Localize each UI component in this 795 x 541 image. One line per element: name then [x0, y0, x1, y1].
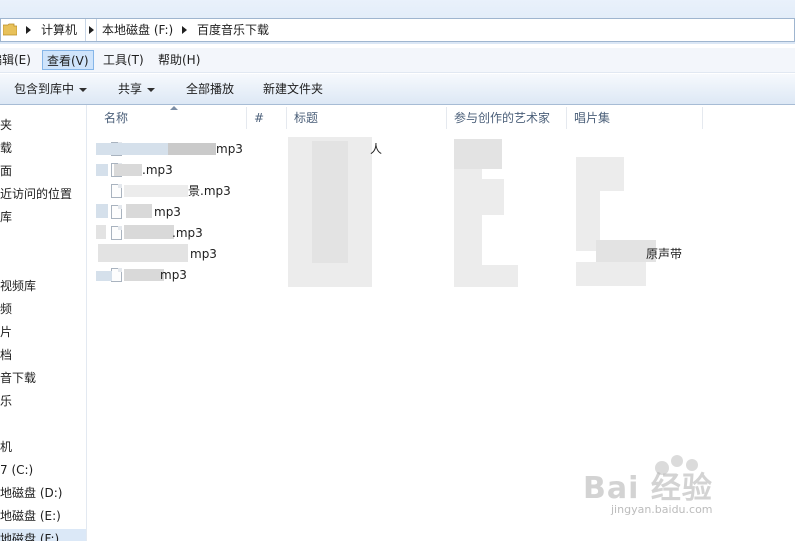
include-in-library-button[interactable]: 包含到库中 — [14, 80, 88, 98]
nav-item-drive-f[interactable]: 地磁盘 (F:) — [0, 529, 86, 541]
blurred-filename — [124, 269, 164, 281]
column-divider[interactable] — [566, 107, 567, 129]
address-bar-area: 计算机 本地磁盘 (F:) 百度音乐下载 — [0, 0, 795, 44]
menu-edit[interactable]: 编辑(E) — [0, 50, 35, 70]
chevron-down-icon — [147, 87, 156, 92]
mp3-file-icon — [111, 268, 122, 282]
file-row[interactable]: mp3 — [96, 139, 456, 159]
address-bar[interactable]: 计算机 本地磁盘 (F:) 百度音乐下载 — [0, 18, 795, 42]
nav-item-drive-e[interactable]: 地磁盘 (E:) — [0, 506, 61, 526]
file-row[interactable]: mp3 — [96, 265, 456, 285]
blurred-filename — [168, 143, 216, 155]
title-cell: 人 — [370, 142, 383, 156]
nav-item-drive-c[interactable]: 7 (C:) — [0, 460, 33, 480]
column-divider[interactable] — [286, 107, 287, 129]
nav-item-downloads[interactable]: 载 — [0, 138, 12, 158]
blurred-filename — [96, 271, 112, 281]
navigation-pane[interactable]: 夹 载 面 近访问的位置 库 视频库 频 片 档 音下载 乐 机 7 (C:) … — [0, 105, 87, 541]
blurred-filename — [96, 204, 108, 218]
command-toolbar: 包含到库中 共享 全部播放 新建文件夹 — [0, 74, 795, 105]
nav-item-documents[interactable]: 档 — [0, 345, 12, 365]
nav-item-desktop[interactable]: 面 — [0, 161, 12, 181]
sort-ascending-icon — [170, 106, 178, 110]
column-divider[interactable] — [446, 107, 447, 129]
nav-item-recent-places[interactable]: 近访问的位置 — [0, 184, 72, 204]
column-header-number[interactable]: # — [254, 105, 264, 131]
breadcrumb-separator[interactable] — [23, 19, 33, 41]
mp3-file-icon — [111, 184, 122, 198]
blurred-album-column — [576, 157, 624, 191]
share-label: 共享 — [118, 82, 143, 96]
mp3-file-icon — [111, 226, 122, 240]
breadcrumb-computer[interactable]: 计算机 — [41, 19, 77, 41]
mp3-file-icon — [111, 205, 122, 219]
file-row[interactable]: 景.mp3 — [96, 181, 456, 201]
breadcrumb-current-folder[interactable]: 百度音乐下载 — [197, 19, 269, 41]
play-all-button[interactable]: 全部播放 — [186, 80, 234, 98]
file-row[interactable]: .mp3 — [96, 160, 456, 180]
file-name: .mp3 — [142, 163, 173, 177]
blurred-title-column — [312, 141, 348, 263]
blurred-artist-column — [454, 169, 482, 287]
nav-item-computer[interactable]: 机 — [0, 437, 12, 457]
blurred-artist-column — [482, 179, 504, 215]
menu-bar: 编辑(E) 查看(V) 工具(T) 帮助(H) — [0, 48, 795, 73]
nav-item-pictures[interactable]: 片 — [0, 322, 12, 342]
nav-item-drive-d[interactable]: 地磁盘 (D:) — [0, 483, 62, 503]
blurred-filename — [96, 143, 168, 155]
nav-item-videos[interactable]: 频 — [0, 299, 12, 319]
file-name: mp3 — [216, 142, 243, 156]
column-divider[interactable] — [246, 107, 247, 129]
baidu-jingyan-watermark: Bai 经验 jingyan.baidu.com — [583, 455, 793, 525]
file-row[interactable]: .mp3 — [96, 223, 456, 243]
include-in-library-label: 包含到库中 — [14, 82, 75, 96]
column-divider[interactable] — [702, 107, 703, 129]
nav-item-video-library[interactable]: 视频库 — [0, 276, 36, 296]
breadcrumb-drive-f[interactable]: 本地磁盘 (F:) — [102, 19, 173, 41]
nav-item-music[interactable]: 乐 — [0, 391, 12, 411]
file-row[interactable]: mp3 — [96, 202, 456, 222]
watermark-url: jingyan.baidu.com — [611, 503, 713, 516]
breadcrumb-separator[interactable] — [85, 19, 97, 41]
menu-tools[interactable]: 工具(T) — [99, 50, 148, 70]
file-name: mp3 — [154, 205, 181, 219]
share-button[interactable]: 共享 — [118, 80, 156, 98]
file-name: .mp3 — [172, 226, 203, 240]
file-row[interactable]: mp3 — [96, 244, 456, 264]
column-header-title[interactable]: 标题 — [294, 105, 318, 131]
folder-icon — [3, 23, 17, 36]
file-name: mp3 — [160, 268, 187, 282]
file-name: mp3 — [190, 247, 217, 261]
file-name: 景.mp3 — [188, 184, 231, 198]
menu-help[interactable]: 帮助(H) — [154, 50, 204, 70]
nav-item-music-downloads[interactable]: 音下载 — [0, 368, 36, 388]
blurred-filename — [124, 185, 188, 197]
blurred-artist-column — [454, 139, 502, 169]
nav-item-libraries[interactable]: 库 — [0, 207, 12, 227]
blurred-artist-column — [482, 265, 518, 287]
column-header-name[interactable]: 名称 — [104, 105, 128, 131]
blurred-filename — [96, 225, 106, 239]
menu-view[interactable]: 查看(V) — [42, 50, 94, 70]
nav-item-favorites[interactable]: 夹 — [0, 115, 12, 135]
blurred-filename — [126, 204, 152, 218]
watermark-logo: Bai 经验 — [583, 471, 713, 506]
album-cell: 原声带 — [646, 247, 683, 261]
blurred-filename — [96, 164, 108, 176]
chevron-down-icon — [79, 87, 88, 92]
column-header-artist[interactable]: 参与创作的艺术家 — [454, 105, 550, 131]
blurred-filename — [114, 164, 142, 176]
blurred-filename — [124, 225, 174, 239]
new-folder-button[interactable]: 新建文件夹 — [263, 80, 323, 98]
blurred-filename — [98, 244, 188, 262]
blurred-album-column — [576, 262, 646, 286]
column-header-album[interactable]: 唱片集 — [574, 105, 610, 131]
breadcrumb-separator[interactable] — [179, 19, 189, 41]
